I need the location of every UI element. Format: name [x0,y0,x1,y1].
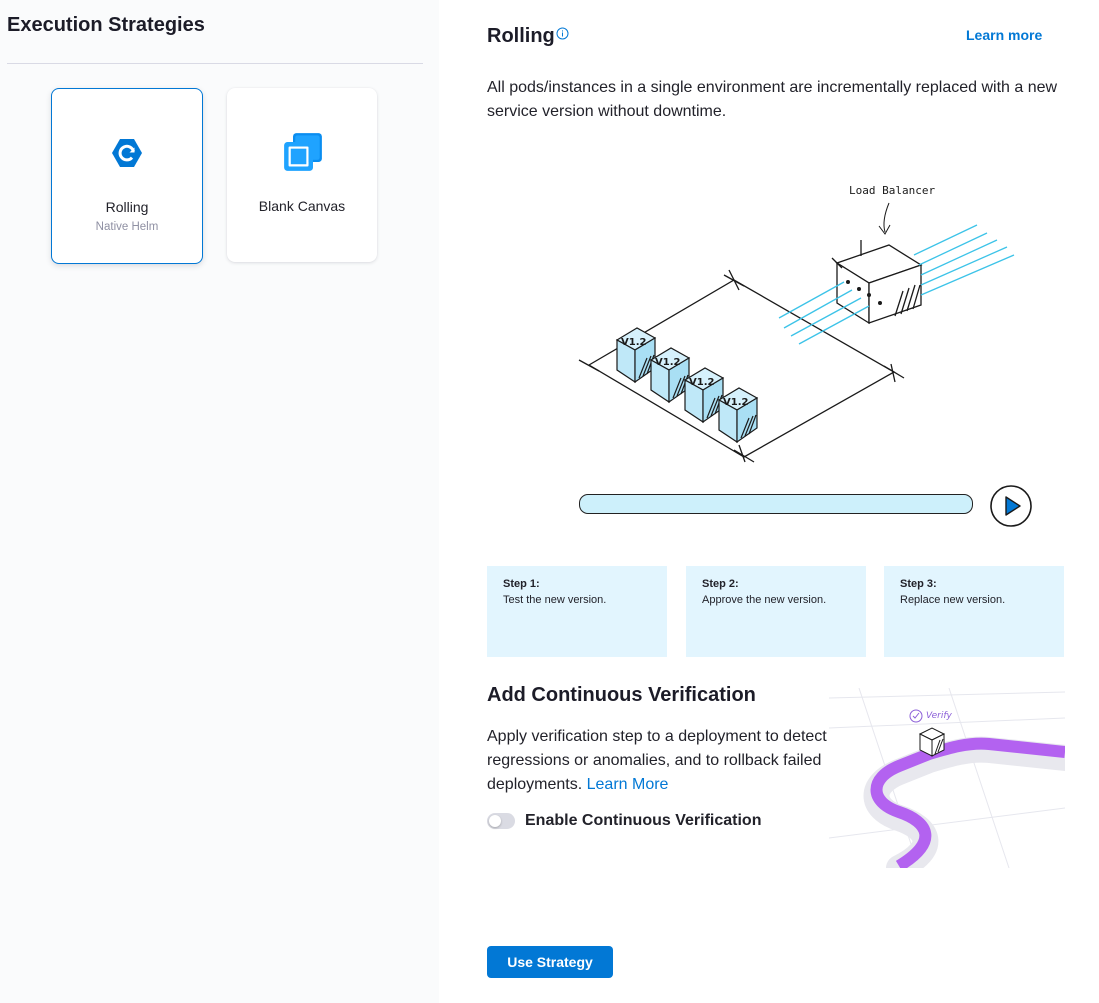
step-title: Step 3: [900,578,937,590]
sidebar-divider [7,63,423,64]
step-card-1: Step 1: Test the new version. [487,566,667,657]
rolling-hexagon-icon [112,139,142,167]
verification-learn-more-link[interactable]: Learn More [587,776,669,793]
enable-verification-toggle[interactable] [487,813,515,829]
step-text: Approve the new version. [702,594,827,606]
enable-verification-label: Enable Continuous Verification [525,812,762,829]
strategy-card-sublabel: Native Helm [95,221,159,233]
strategy-title: Rolling [487,25,555,47]
step-text: Replace new version. [900,594,1006,606]
verification-illustration: Verify [829,688,1065,868]
step-title: Step 1: [503,578,540,590]
sidebar-title: Execution Strategies [7,14,205,36]
strategy-detail-panel: Rolling Learn more All pods/instances in… [439,0,1099,1003]
pod-label: V1.2 [621,337,646,348]
strategy-card-label: Rolling [105,199,149,215]
strategy-description: All pods/instances in a single environme… [487,79,1058,120]
use-strategy-button[interactable]: Use Strategy [487,946,613,978]
step-title: Step 2: [702,578,739,590]
blank-canvas-icon [284,133,322,171]
step-card-3: Step 3: Replace new version. [884,566,1064,657]
strategy-card-rolling[interactable]: Rolling Native Helm [51,88,203,264]
pod-label: V1.2 [689,377,714,388]
step-text: Test the new version. [503,594,607,606]
verification-title: Add Continuous Verification [487,684,756,706]
verification-description: Apply verification step to a deployment … [487,725,827,797]
animation-progress-bar[interactable] [579,494,973,514]
load-balancer-label: Load Balancer [849,184,935,197]
play-icon[interactable] [989,484,1033,528]
strategy-card-label: Blank Canvas [258,198,346,214]
step-card-2: Step 2: Approve the new version. [686,566,866,657]
learn-more-link[interactable]: Learn more [966,27,1042,43]
strategy-sidebar: Execution Strategies Rolling Native Helm… [0,0,439,1003]
pod-label: V1.2 [655,357,680,368]
rolling-deployment-illustration: Load Balancer V1.2 V1.2 V1.2 V1.2 [578,184,1015,463]
strategy-card-blank-canvas[interactable]: Blank Canvas [227,88,377,262]
verify-label: Verify [926,711,953,721]
pod-label: V1.2 [723,397,748,408]
toggle-knob [489,815,501,827]
info-icon[interactable] [556,27,569,40]
